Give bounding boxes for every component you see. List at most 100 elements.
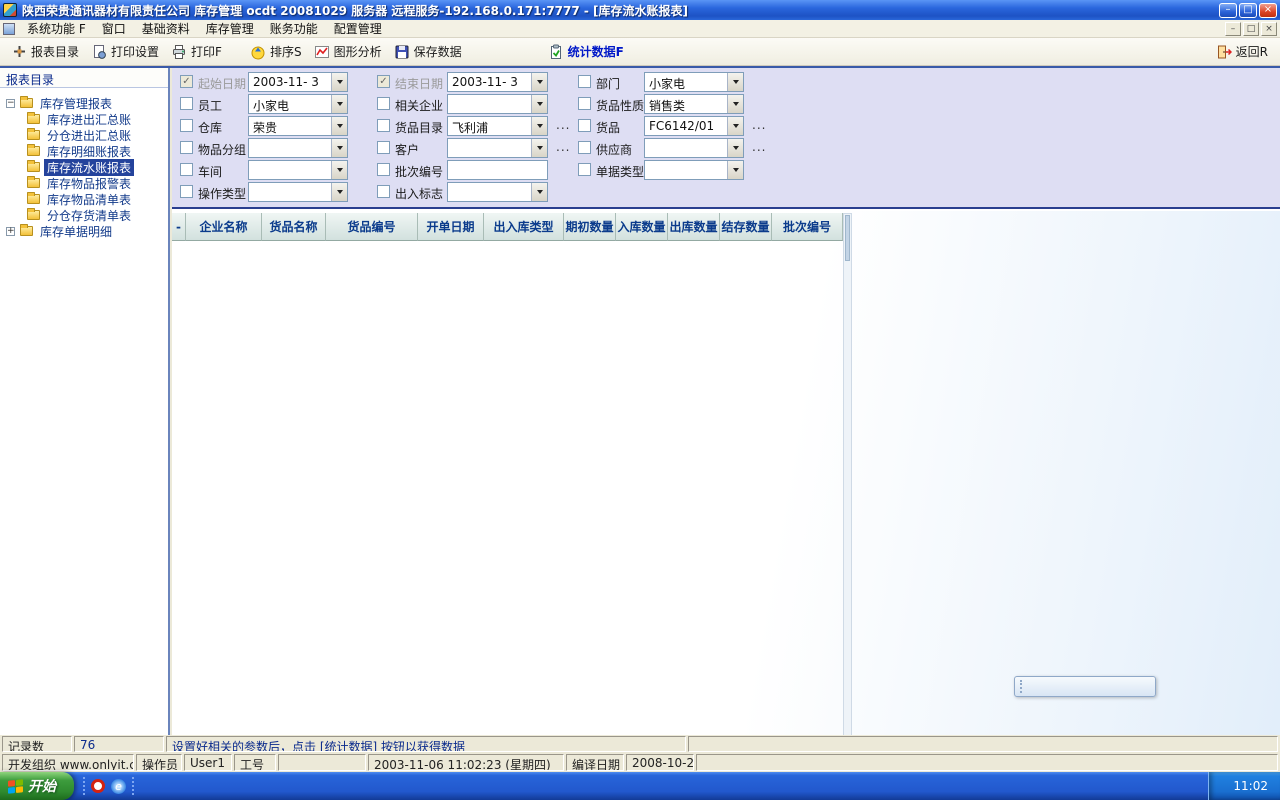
- save-data-button[interactable]: 保存数据: [388, 41, 468, 62]
- menu-item-6[interactable]: 配置管理: [326, 19, 390, 38]
- collapse-icon[interactable]: −: [6, 99, 15, 108]
- report-tree: −库存管理报表库存进出汇总账分仓进出汇总账库存明细账报表库存流水账报表库存物品报…: [0, 88, 168, 239]
- filter-panel: ✓起始日期2003-11- 3✓结束日期2003-11- 3部门小家电员工小家电…: [172, 68, 1280, 209]
- combo-dropdown-button[interactable]: [531, 183, 547, 201]
- report-catalog-button-label: 报表目录: [31, 43, 79, 60]
- menu-item-1[interactable]: 系统功能 F: [19, 19, 94, 38]
- folder-icon: [27, 194, 40, 204]
- tree-item[interactable]: 库存流水账报表: [0, 159, 168, 175]
- combo-dropdown-button[interactable]: [727, 161, 743, 179]
- combo-dropdown-button[interactable]: [727, 139, 743, 157]
- column-header-3[interactable]: 货品编号: [326, 213, 418, 241]
- filter-combo-出入标志[interactable]: [447, 182, 548, 202]
- stats-data-button-label: 统计数据F: [568, 43, 624, 60]
- column-header-2[interactable]: 货品名称: [262, 213, 326, 241]
- folder-icon: [27, 162, 40, 172]
- vertical-scrollbar[interactable]: [843, 213, 852, 800]
- minimize-button[interactable]: –: [1219, 3, 1237, 18]
- expand-icon[interactable]: +: [6, 227, 15, 236]
- menu-item-4[interactable]: 库存管理: [198, 19, 262, 38]
- filter-checkbox-部门[interactable]: [578, 75, 591, 88]
- tree-item[interactable]: 库存物品报警表: [0, 175, 168, 191]
- quicklaunch-separator-2: [132, 777, 134, 795]
- taskbar-clock: 11:02: [1233, 779, 1268, 793]
- menu-item-3[interactable]: 基础资料: [134, 19, 198, 38]
- folder-icon: [27, 178, 40, 188]
- filter-部门: 部门小家电: [172, 72, 1280, 92]
- quicklaunch-icon-1[interactable]: [91, 779, 105, 793]
- back-button[interactable]: 返回R: [1210, 41, 1274, 62]
- report-catalog-button[interactable]: 报表目录: [6, 41, 85, 62]
- tree-icon: [12, 44, 27, 59]
- tree-node-label: 库存单据明细: [37, 223, 115, 240]
- status-spacer-2: [696, 754, 1278, 771]
- column-header-7[interactable]: 入库数量: [616, 213, 668, 241]
- column-header-8[interactable]: 出库数量: [668, 213, 720, 241]
- filter-checkbox-货品性质[interactable]: [578, 97, 591, 110]
- column-header-4[interactable]: 开单日期: [418, 213, 484, 241]
- status-datetime: 2003-11-06 11:02:23 (星期四): [368, 754, 564, 771]
- sort-button-label: 排序S: [270, 43, 302, 60]
- compile-date: 2008-10-29: [626, 754, 694, 771]
- filter-checkbox-货品[interactable]: [578, 119, 591, 132]
- more-button[interactable]: ...: [752, 118, 766, 132]
- filter-combo-部门[interactable]: 小家电: [644, 72, 744, 92]
- column-header-5[interactable]: 出入库类型: [484, 213, 564, 241]
- chart-analysis-button[interactable]: 图形分析: [308, 41, 388, 62]
- restore-button[interactable]: □: [1239, 3, 1257, 18]
- more-button[interactable]: ...: [752, 140, 766, 154]
- folder-icon: [27, 146, 40, 156]
- tree-node-2[interactable]: + 库存单据明细: [0, 223, 168, 239]
- filter-单据类型: 单据类型: [172, 160, 1280, 180]
- filter-checkbox-单据类型[interactable]: [578, 163, 591, 176]
- tree-item[interactable]: 库存进出汇总账: [0, 111, 168, 127]
- filter-combo-货品性质[interactable]: 销售类: [644, 94, 744, 114]
- filter-供应商: 供应商...: [172, 138, 1280, 158]
- folder-icon: [27, 130, 40, 140]
- column-header-9[interactable]: 结存数量: [720, 213, 772, 241]
- print-button[interactable]: 打印F: [165, 41, 228, 62]
- column-header-0[interactable]: -: [172, 213, 186, 241]
- windows-logo-icon: [8, 779, 23, 794]
- filter-label: 出入标志: [395, 185, 443, 202]
- mdi-restore-button[interactable]: □: [1243, 22, 1259, 36]
- column-header-10[interactable]: 批次编号: [772, 213, 843, 241]
- sort-button[interactable]: 排序S: [244, 41, 308, 62]
- tree-item-label: 库存进出汇总账: [44, 111, 134, 128]
- combo-dropdown-button[interactable]: [727, 95, 743, 113]
- tree-item[interactable]: 分仓存货清单表: [0, 207, 168, 223]
- combo-dropdown-button[interactable]: [727, 117, 743, 135]
- start-label: 开始: [28, 776, 56, 796]
- menu-bar: 系统功能 F窗口基础资料库存管理账务功能配置管理 – □ ×: [0, 20, 1280, 38]
- filter-combo-单据类型[interactable]: [644, 160, 744, 180]
- filter-checkbox-供应商[interactable]: [578, 141, 591, 154]
- taskbar: 开始 e 11:02: [0, 772, 1280, 800]
- tree-item[interactable]: 库存明细账报表: [0, 143, 168, 159]
- mdi-close-button[interactable]: ×: [1261, 22, 1277, 36]
- menu-item-2[interactable]: 窗口: [94, 19, 134, 38]
- door-icon: [1216, 44, 1232, 60]
- print-setup-button[interactable]: 打印设置: [85, 41, 165, 62]
- table-header-row: -企业名称货品名称货品编号开单日期出入库类型期初数量入库数量出库数量结存数量批次…: [172, 213, 843, 241]
- tree-node-1[interactable]: −库存管理报表: [0, 95, 168, 111]
- column-header-6[interactable]: 期初数量: [564, 213, 616, 241]
- menu-item-5[interactable]: 账务功能: [262, 19, 326, 38]
- filter-combo-货品[interactable]: FC6142/01: [644, 116, 744, 136]
- combo-value: 小家电: [645, 73, 727, 91]
- status-hint: 设置好相关的参数后，点击 [统计数据] 按钮以获得数据: [166, 736, 686, 752]
- mdi-minimize-button[interactable]: –: [1225, 22, 1241, 36]
- quicklaunch-icon-2[interactable]: e: [111, 779, 126, 794]
- close-button[interactable]: ×: [1259, 3, 1277, 18]
- combo-dropdown-button[interactable]: [727, 73, 743, 91]
- start-button[interactable]: 开始: [0, 772, 74, 800]
- combo-value: [448, 183, 531, 201]
- filter-货品性质: 货品性质销售类: [172, 94, 1280, 114]
- tree-item[interactable]: 分仓进出汇总账: [0, 127, 168, 143]
- ime-grip-handle[interactable]: [1020, 680, 1023, 693]
- column-header-1[interactable]: 企业名称: [186, 213, 262, 241]
- tree-item[interactable]: 库存物品清单表: [0, 191, 168, 207]
- stats-data-button[interactable]: 统计数据F: [542, 41, 630, 62]
- filter-checkbox-出入标志[interactable]: [377, 185, 390, 198]
- filter-combo-供应商[interactable]: [644, 138, 744, 158]
- employee-id-label: 工号: [234, 754, 276, 771]
